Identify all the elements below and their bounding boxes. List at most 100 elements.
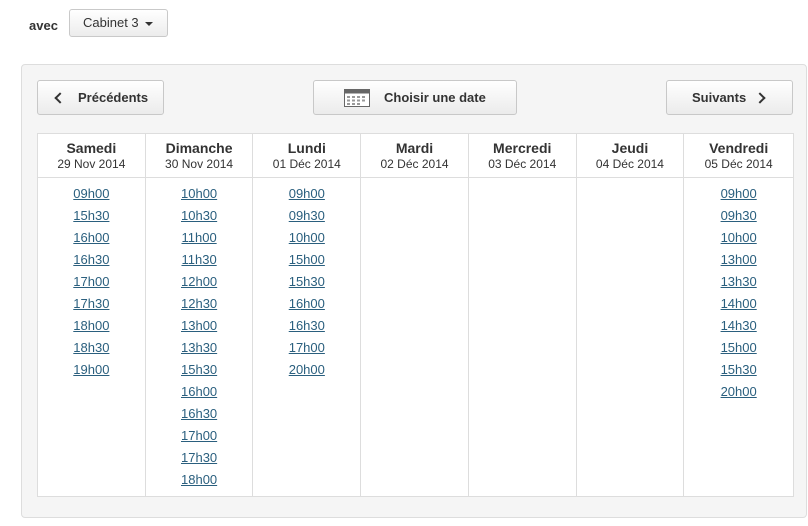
day-date: 05 Déc 2014: [704, 157, 773, 171]
time-slot-link[interactable]: 14h00: [721, 296, 757, 311]
cabinet-dropdown[interactable]: Cabinet 3: [69, 9, 168, 37]
next-button[interactable]: Suivants: [666, 80, 793, 115]
time-slot-link[interactable]: 16h00: [181, 384, 217, 399]
previous-button[interactable]: Précédents: [37, 80, 164, 115]
time-slot-link[interactable]: 13h30: [721, 274, 757, 289]
time-slot-link[interactable]: 16h30: [73, 252, 109, 267]
list-item: 18h00: [146, 472, 253, 494]
list-item: 12h00: [146, 274, 253, 296]
time-slot-link[interactable]: 12h00: [181, 274, 217, 289]
cabinet-dropdown-value: Cabinet 3: [83, 15, 139, 30]
time-slot-link[interactable]: 10h00: [721, 230, 757, 245]
day-name: Samedi: [66, 140, 117, 156]
list-item: 19h00: [38, 362, 145, 384]
day-date: 01 Déc 2014: [272, 157, 341, 171]
day-date: 04 Déc 2014: [595, 157, 664, 171]
week-grid: Samedi 29 Nov 2014 09h00 15h30 16h00 16h30 17h…: [37, 133, 794, 497]
list-item: 15h00: [253, 252, 360, 274]
time-slot-link[interactable]: 20h00: [289, 362, 325, 377]
list-item: 12h30: [146, 296, 253, 318]
day-name: Jeudi: [611, 140, 649, 156]
list-item: 15h30: [684, 362, 793, 384]
list-item: 17h00: [38, 274, 145, 296]
time-slot-link[interactable]: 11h30: [181, 252, 216, 267]
time-slot-link[interactable]: 15h30: [721, 362, 757, 377]
list-item: 16h30: [146, 406, 253, 428]
time-slot-link[interactable]: 10h00: [289, 230, 325, 245]
list-item: 10h00: [146, 186, 253, 208]
time-slot-link[interactable]: 14h30: [721, 318, 757, 333]
day-date: 30 Nov 2014: [165, 157, 234, 171]
practitioner-selector-row: avec Cabinet 3: [0, 0, 808, 50]
day-date: 29 Nov 2014: [57, 157, 126, 171]
with-label: avec: [29, 18, 58, 33]
day-header: Vendredi 05 Déc 2014: [684, 134, 794, 178]
day-date: 02 Déc 2014: [380, 157, 449, 171]
day-header: Mercredi 03 Déc 2014: [468, 134, 576, 178]
list-item: 16h00: [38, 230, 145, 252]
time-slot-link[interactable]: 15h30: [289, 274, 325, 289]
list-item: 20h00: [684, 384, 793, 406]
time-slot-link[interactable]: 13h30: [181, 340, 217, 355]
time-slot-link[interactable]: 18h00: [73, 318, 109, 333]
availability-panel: Précédents Choisir une date Suivants Sam…: [21, 64, 807, 518]
list-item: 09h00: [684, 186, 793, 208]
time-slot-link[interactable]: 16h00: [289, 296, 325, 311]
time-slot-link[interactable]: 15h00: [721, 340, 757, 355]
time-slot-list: [469, 178, 576, 186]
time-slot-link[interactable]: 15h30: [73, 208, 109, 223]
day-header: Mardi 02 Déc 2014: [361, 134, 468, 178]
list-item: 10h30: [146, 208, 253, 230]
list-item: 13h30: [684, 274, 793, 296]
time-slot-link[interactable]: 16h30: [289, 318, 325, 333]
time-slot-link[interactable]: 12h30: [181, 296, 217, 311]
time-slot-link[interactable]: 09h00: [289, 186, 325, 201]
time-slot-link[interactable]: 17h30: [73, 296, 109, 311]
day-name: Mardi: [395, 140, 434, 156]
list-item: 09h00: [38, 186, 145, 208]
time-slot-link[interactable]: 09h00: [721, 186, 757, 201]
time-slot-link[interactable]: 19h00: [73, 362, 109, 377]
time-slot-list: [361, 178, 468, 186]
time-slot-link[interactable]: 20h00: [721, 384, 757, 399]
time-slot-link[interactable]: 09h30: [289, 208, 325, 223]
time-slot-link[interactable]: 10h30: [181, 208, 217, 223]
time-slot-link[interactable]: 10h00: [181, 186, 217, 201]
previous-button-label: Précédents: [78, 90, 149, 105]
day-name: Mercredi: [493, 140, 552, 156]
time-slot-link[interactable]: 11h00: [181, 230, 216, 245]
list-item: 16h00: [253, 296, 360, 318]
list-item: 18h30: [38, 340, 145, 362]
list-item: 17h30: [38, 296, 145, 318]
time-slot-link[interactable]: 17h00: [289, 340, 325, 355]
time-slot-link[interactable]: 13h00: [721, 252, 757, 267]
list-item: 09h30: [253, 208, 360, 230]
time-slot-link[interactable]: 18h30: [73, 340, 109, 355]
day-column: Mardi 02 Déc 2014: [361, 134, 469, 496]
list-item: 15h30: [38, 208, 145, 230]
chevron-left-icon: [54, 92, 66, 104]
time-slot-link[interactable]: 15h00: [289, 252, 325, 267]
time-slot-link[interactable]: 17h00: [181, 428, 217, 443]
day-name: Vendredi: [709, 140, 769, 156]
time-slot-link[interactable]: 09h00: [73, 186, 109, 201]
day-header: Lundi 01 Déc 2014: [253, 134, 361, 178]
time-slot-link[interactable]: 18h00: [181, 472, 217, 487]
list-item: 13h00: [684, 252, 793, 274]
choose-date-button[interactable]: Choisir une date: [313, 80, 517, 115]
list-item: 16h30: [253, 318, 360, 340]
time-slot-link[interactable]: 16h30: [181, 406, 217, 421]
time-slot-list: 10h00 10h30 11h00 11h30 12h00 12h30 13h00 13h30…: [146, 178, 253, 494]
day-column: Jeudi 04 Déc 2014: [576, 134, 685, 496]
time-slot-link[interactable]: 17h30: [181, 450, 217, 465]
time-slot-link[interactable]: 09h30: [721, 208, 757, 223]
time-slot-list: 09h00 09h30 10h00 15h00 15h30 16h00 16h30 17h00…: [253, 178, 360, 384]
list-item: 17h30: [146, 450, 253, 472]
time-slot-link[interactable]: 16h00: [73, 230, 109, 245]
chevron-right-icon: [754, 92, 766, 104]
list-item: 15h30: [146, 362, 253, 384]
time-slot-link[interactable]: 15h30: [181, 362, 217, 377]
time-slot-link[interactable]: 17h00: [73, 274, 109, 289]
day-header: Jeudi 04 Déc 2014: [576, 134, 684, 178]
time-slot-link[interactable]: 13h00: [181, 318, 217, 333]
